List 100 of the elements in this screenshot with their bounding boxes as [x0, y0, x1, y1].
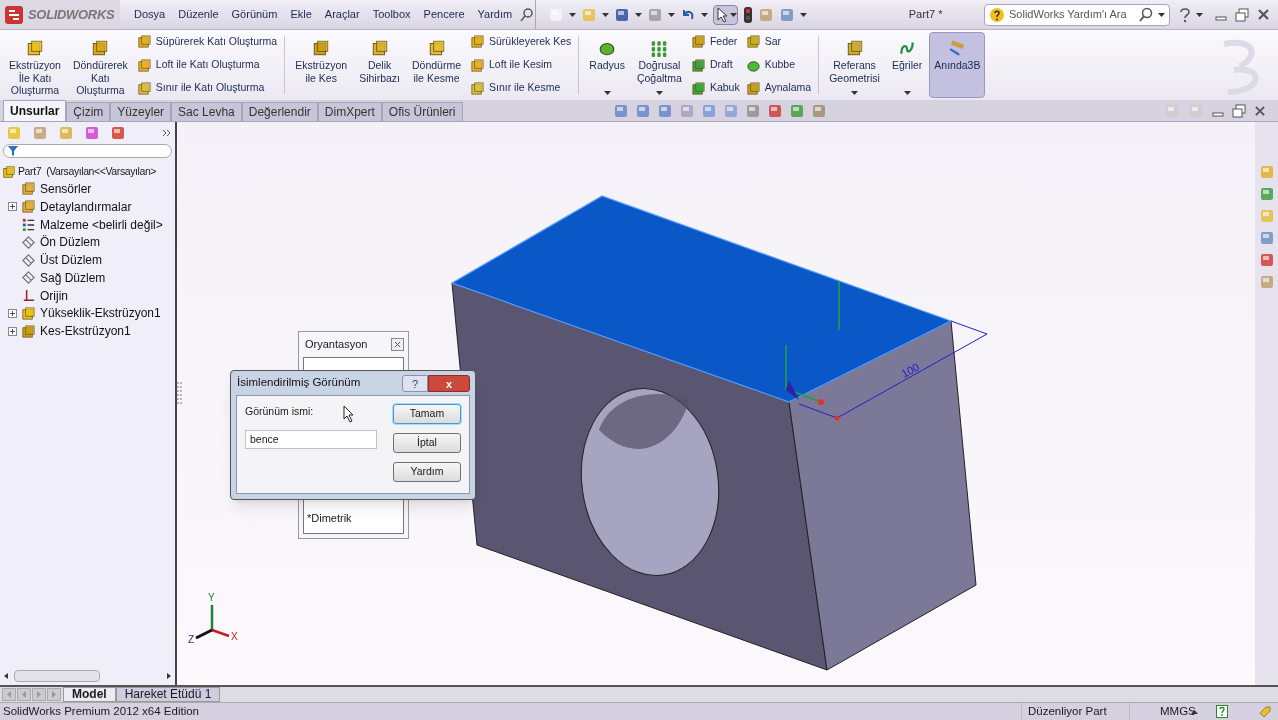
filter-field[interactable] [3, 144, 172, 158]
tree-item[interactable]: Orijin [40, 286, 68, 305]
tag-icon[interactable] [1258, 704, 1272, 719]
tree-item[interactable]: Kes-Ekstrüzyon1 [40, 322, 131, 341]
ribbon-button[interactable]: Anında3B [929, 32, 986, 98]
axis-triad-drawing [195, 605, 230, 640]
ribbon-button[interactable]: Sar [745, 34, 812, 50]
scroll-right-icon[interactable] [165, 672, 173, 680]
pin-icon[interactable] [519, 6, 536, 23]
list-icon [21, 217, 36, 232]
tree-item[interactable]: Part7 (Varsayılan<<Varsayılan> [18, 163, 157, 180]
menu-item[interactable]: Pencere [417, 6, 471, 23]
tree-item[interactable]: Malzeme <belirli değil> [40, 215, 163, 234]
view-name-field[interactable]: bence [245, 429, 377, 449]
help-menu-icon[interactable] [1178, 6, 1192, 23]
close-button[interactable]: x [428, 374, 470, 392]
tree-item[interactable]: Üst Düzlem [40, 251, 102, 270]
help-button[interactable]: ? [402, 374, 428, 392]
feature-icon [470, 57, 486, 73]
ribbon-button[interactable]: Referans Geometrisi [824, 32, 885, 98]
close-icon[interactable] [1254, 104, 1266, 117]
filter-icon [8, 146, 18, 156]
feature-icon [427, 39, 446, 57]
menu-item[interactable]: Yardım [471, 6, 519, 23]
ribbon-button[interactable]: Sınır ile Kesme [470, 80, 572, 96]
ribbon-button[interactable]: Aynalama [745, 80, 812, 96]
tree-item[interactable]: Ön Düzlem [40, 233, 101, 252]
ribbon-button[interactable]: Sınır ile Katı Oluşturma [136, 80, 278, 96]
ribbon-button[interactable]: Kubbe [745, 57, 812, 73]
ribbon-button[interactable]: Eğriler [886, 32, 928, 98]
dialog-button[interactable]: Tamam [393, 404, 461, 424]
feature-icon [745, 80, 761, 96]
previous-icon[interactable] [17, 688, 31, 701]
ribbon-button[interactable]: Döndürerek Katı Oluşturma [67, 32, 133, 98]
axis-label: Z [188, 634, 195, 645]
ribbon-button[interactable]: Süpürerek Katı Oluşturma [136, 34, 278, 50]
close-icon[interactable] [391, 337, 404, 351]
menu-item[interactable]: Görünüm [225, 6, 284, 23]
ribbon-button[interactable]: Kabuk [690, 80, 740, 96]
ribbon-button[interactable]: Sürükleyerek Kes [470, 34, 572, 50]
feature-icon [370, 39, 389, 57]
next-icon[interactable] [32, 688, 46, 701]
ribbon-button[interactable]: Loft ile Kesim [470, 57, 572, 73]
tab[interactable]: Ofis Ürünleri [381, 102, 463, 121]
search-box[interactable]: SolidWorks Yardım'ı Ara [984, 3, 1170, 26]
ribbon-button[interactable]: Ekstrüzyon İle Katı Oluşturma [4, 32, 66, 98]
tree-item[interactable]: Yükseklik-Ekstrüzyon1 [40, 304, 161, 323]
tab[interactable]: Sac Levha [171, 102, 242, 121]
restore-icon[interactable] [1232, 103, 1246, 118]
expand-icon[interactable] [162, 128, 172, 138]
menu-item[interactable]: Dosya [128, 6, 172, 23]
tab[interactable]: Unsurlar [3, 100, 67, 121]
close-icon[interactable] [1257, 8, 1270, 21]
caret-icon [903, 91, 911, 95]
expand-icon[interactable] [8, 308, 17, 318]
ribbon-button[interactable]: Radyus [584, 32, 630, 98]
scrollbar-thumb[interactable] [14, 670, 100, 682]
field-label: Görünüm ismi: [245, 404, 314, 419]
caret-icon [668, 12, 676, 17]
traffic-light-icon[interactable] [743, 5, 754, 24]
ribbon-button[interactable]: Döndürme ile Kesme [407, 32, 467, 98]
first-icon[interactable] [2, 688, 16, 701]
tab[interactable]: Model [63, 687, 116, 702]
menu-item[interactable]: Araçlar [318, 6, 366, 23]
caret-icon [635, 12, 643, 17]
menu-item[interactable]: Düzenle [172, 6, 225, 23]
ribbon-button[interactable]: Feder [690, 34, 740, 50]
dimension-value: 100 [899, 360, 922, 380]
last-icon[interactable] [47, 688, 61, 701]
scroll-left-icon[interactable] [2, 672, 10, 680]
search-icon[interactable] [1138, 6, 1154, 23]
document-title: Part7 * [907, 7, 943, 23]
tab[interactable]: DimXpert [317, 102, 382, 121]
expand-icon[interactable] [8, 326, 17, 336]
ribbon-button[interactable]: Delik Sihirbazı [354, 32, 405, 98]
help-icon[interactable] [1216, 705, 1228, 718]
restore-icon[interactable] [1235, 7, 1249, 22]
view-list-item[interactable]: *Dimetrik [307, 509, 400, 526]
dialog-title: İsimlendirilmiş Görünüm [236, 375, 362, 391]
expand-icon[interactable] [8, 202, 17, 212]
tab[interactable]: Hareket Etüdü 1 [115, 687, 221, 702]
tab[interactable]: Yüzeyler [110, 102, 172, 121]
caret-icon [603, 91, 611, 95]
ribbon-button[interactable]: Doğrusal Çoğaltma [631, 32, 687, 98]
tab[interactable]: Değerlendir [241, 102, 318, 121]
axis-label: Y [208, 592, 215, 603]
menu-item[interactable]: Toolbox [366, 6, 417, 23]
ribbon-button[interactable]: Loft ile Katı Oluşturma [136, 57, 278, 73]
search-field[interactable]: SolidWorks Yardım'ı Ara [1009, 6, 1134, 23]
ribbon-button[interactable]: Draft [690, 57, 740, 73]
tree-item[interactable]: Sensörler [40, 179, 92, 198]
ribbon-button[interactable]: Ekstrüzyon ile Kes [290, 32, 353, 98]
cursor-icon [343, 405, 355, 423]
dialog-button[interactable]: İptal [393, 433, 461, 453]
tree-item[interactable]: Sağ Düzlem [40, 268, 106, 287]
tree-item[interactable]: Detaylandırmalar [40, 197, 132, 216]
dialog-button[interactable]: Yardım [393, 462, 461, 482]
tab[interactable]: Çizim [66, 102, 111, 121]
caret-icon [1196, 12, 1203, 17]
menu-item[interactable]: Ekle [284, 6, 318, 23]
